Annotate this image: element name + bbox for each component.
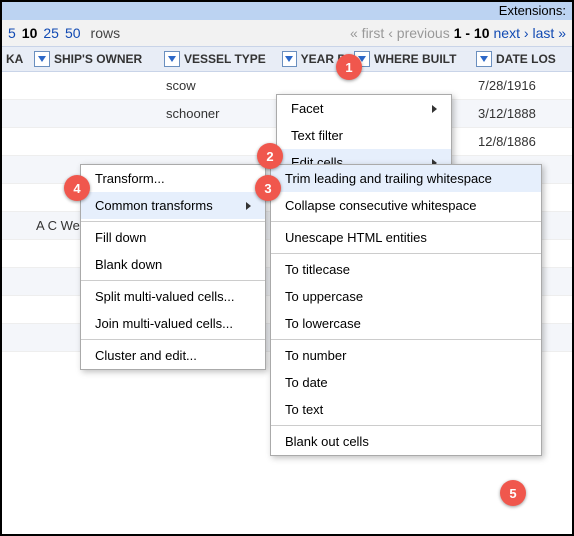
col-ka: KA — [2, 47, 30, 71]
callout-5: 5 — [500, 480, 526, 506]
pager-first[interactable]: « first — [350, 25, 384, 41]
menu-to-number[interactable]: To number — [271, 342, 541, 369]
menu-to-text[interactable]: To text — [271, 396, 541, 423]
col-vtype-label: VESSEL TYPE — [184, 52, 266, 66]
rows-10-link[interactable]: 10 — [22, 25, 38, 41]
menu-to-uppercase[interactable]: To uppercase — [271, 283, 541, 310]
common-transforms-menu: Trim leading and trailing whitespace Col… — [270, 164, 542, 456]
table-header-row: KA SHIP'S OWNER VESSEL TYPE YEAR B WHERE… — [2, 46, 572, 72]
col-ka-label: KA — [6, 52, 23, 66]
rows-5-link[interactable]: 5 — [8, 25, 16, 41]
rows-50-link[interactable]: 50 — [65, 25, 81, 41]
menu-unescape-html[interactable]: Unescape HTML entities — [271, 224, 541, 251]
rows-label: rows — [91, 25, 121, 41]
menu-collapse-whitespace[interactable]: Collapse consecutive whitespace — [271, 192, 541, 219]
menu-separator — [271, 425, 541, 426]
col-date: DATE LOS — [472, 47, 572, 71]
pager-range: 1 - 10 — [454, 25, 490, 41]
submenu-arrow-icon — [432, 105, 437, 113]
col-where: WHERE BUILT — [350, 47, 472, 71]
menu-separator — [271, 253, 541, 254]
menu-separator — [271, 339, 541, 340]
menu-to-titlecase[interactable]: To titlecase — [271, 256, 541, 283]
callout-1: 1 — [336, 54, 362, 80]
submenu-arrow-icon — [246, 202, 251, 210]
menu-blank-down[interactable]: Blank down — [81, 251, 265, 278]
rows-bar: 5 10 25 50 rows « first ‹ previous 1 - 1… — [2, 20, 572, 46]
menu-fill-down[interactable]: Fill down — [81, 224, 265, 251]
col-where-label: WHERE BUILT — [374, 52, 456, 66]
callout-3: 3 — [255, 175, 281, 201]
menu-facet[interactable]: Facet — [277, 95, 451, 122]
col-yearb-dropdown[interactable] — [282, 51, 297, 67]
col-vtype-dropdown[interactable] — [164, 51, 180, 67]
pager-next[interactable]: next › — [494, 25, 529, 41]
menu-join-cells[interactable]: Join multi-valued cells... — [81, 310, 265, 337]
col-date-dropdown[interactable] — [476, 51, 492, 67]
menu-split-cells[interactable]: Split multi-valued cells... — [81, 283, 265, 310]
menu-common-transforms[interactable]: Common transforms — [81, 192, 265, 219]
menu-to-date[interactable]: To date — [271, 369, 541, 396]
top-bar: Extensions: — [2, 2, 572, 20]
menu-separator — [81, 280, 265, 281]
menu-cluster-edit[interactable]: Cluster and edit... — [81, 342, 265, 369]
col-owner-label: SHIP'S OWNER — [54, 52, 142, 66]
menu-trim-whitespace[interactable]: Trim leading and trailing whitespace — [271, 165, 541, 192]
menu-to-lowercase[interactable]: To lowercase — [271, 310, 541, 337]
pager-last[interactable]: last » — [533, 25, 566, 41]
edit-cells-menu: Transform... Common transforms Fill down… — [80, 164, 266, 370]
menu-separator — [271, 221, 541, 222]
menu-blank-out-cells[interactable]: Blank out cells — [271, 428, 541, 455]
col-owner-dropdown[interactable] — [34, 51, 50, 67]
menu-transform[interactable]: Transform... — [81, 165, 265, 192]
callout-2: 2 — [257, 143, 283, 169]
rows-25-link[interactable]: 25 — [43, 25, 59, 41]
col-owner: SHIP'S OWNER — [30, 47, 160, 71]
col-vtype: VESSEL TYPE — [160, 47, 278, 71]
extensions-label: Extensions: — [499, 3, 566, 18]
pager-prev[interactable]: ‹ previous — [388, 25, 449, 41]
col-date-label: DATE LOS — [496, 52, 556, 66]
menu-separator — [81, 221, 265, 222]
menu-separator — [81, 339, 265, 340]
menu-text-filter[interactable]: Text filter — [277, 122, 451, 149]
callout-4: 4 — [64, 175, 90, 201]
